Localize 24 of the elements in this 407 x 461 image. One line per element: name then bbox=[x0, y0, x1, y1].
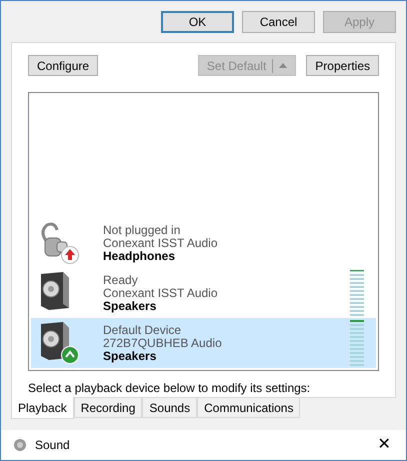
dialog-button[interactable]: Cancel bbox=[242, 11, 315, 33]
device-status: Ready bbox=[103, 274, 139, 286]
close-button[interactable]: ✕ bbox=[374, 437, 394, 453]
device-driver: Conexant ISST Audio bbox=[103, 286, 218, 300]
panel-button[interactable]: Properties bbox=[306, 55, 379, 76]
panel-button[interactable]: Configure bbox=[28, 55, 98, 76]
device-name: Speakers bbox=[103, 350, 156, 362]
device-status: Not plugged in bbox=[103, 224, 182, 236]
tab[interactable]: Playback bbox=[11, 397, 74, 419]
device-driver: Conexant ISST Audio bbox=[103, 236, 218, 250]
device-item[interactable]: Default Device 272B7QUBHEB Audio Speakers bbox=[31, 318, 376, 368]
device-status: Default Device bbox=[103, 324, 182, 336]
device-name: Headphones bbox=[103, 250, 176, 262]
speaker-app-icon bbox=[13, 438, 27, 452]
device-name: Speakers bbox=[103, 300, 158, 312]
speaker-icon bbox=[39, 272, 71, 312]
tab[interactable]: Communications bbox=[197, 398, 300, 418]
device-driver: 272B7QUBHEB Audio bbox=[103, 336, 222, 350]
speaker-icon bbox=[39, 322, 71, 362]
instruction-text: Select a playback device below to modify its settings: bbox=[28, 380, 312, 397]
dialog-button[interactable]: OK bbox=[161, 11, 234, 33]
window-title: Sound bbox=[35, 437, 70, 454]
tab[interactable]: Recording bbox=[74, 398, 142, 418]
tab[interactable]: Sounds bbox=[142, 398, 198, 418]
